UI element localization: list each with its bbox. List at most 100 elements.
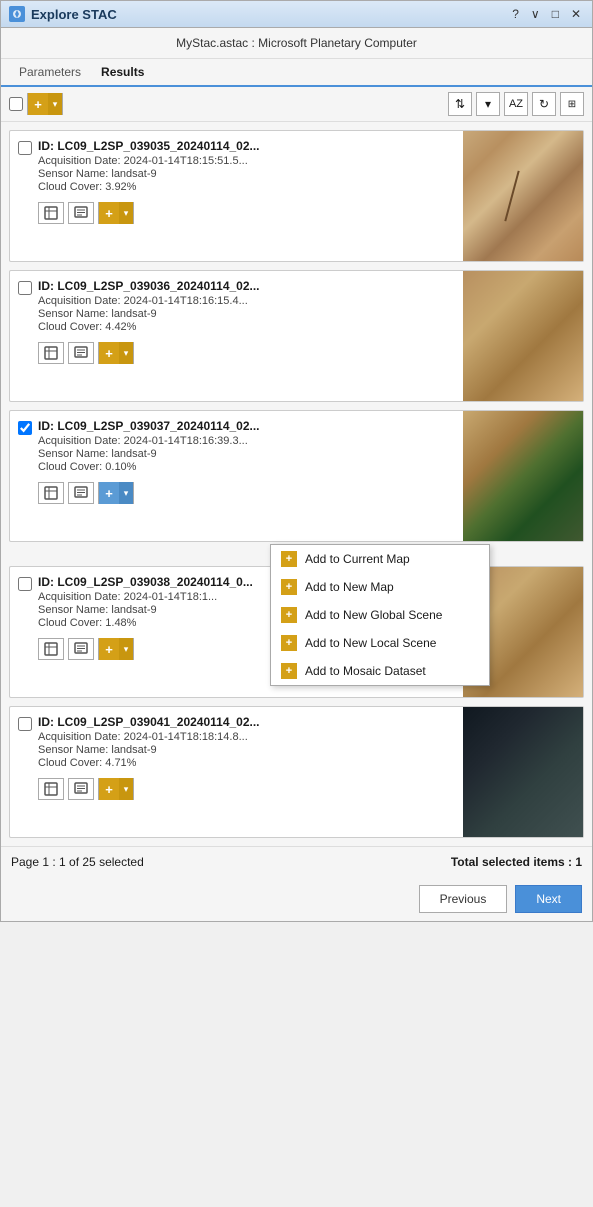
add-icon-3: + [99, 482, 119, 504]
result-actions-2: + ▾ [38, 342, 455, 364]
previous-button[interactable]: Previous [419, 885, 508, 913]
action-add-btn-1[interactable]: + ▾ [98, 202, 134, 224]
az-sort-btn[interactable]: AZ [504, 92, 528, 116]
result-left-5: ID: LC09_L2SP_039041_20240114_02... Acqu… [10, 707, 463, 837]
result-info-1: ID: LC09_L2SP_039035_20240114_02... Acqu… [38, 139, 455, 194]
refresh-btn[interactable]: ↻ [532, 92, 556, 116]
action-add-btn-2[interactable]: + ▾ [98, 342, 134, 364]
add-current-map-icon: + [281, 551, 297, 567]
toolbar-add-icon: + [28, 93, 48, 115]
action-info-btn-1[interactable] [68, 202, 94, 224]
pagination: Previous Next [1, 877, 592, 921]
title-bar: Explore STAC ? ∨ □ ✕ [1, 1, 592, 28]
toolbar-right: ⇅ ▾ AZ ↻ ⊞ [448, 92, 584, 116]
tab-results[interactable]: Results [91, 59, 154, 87]
result-info-5: ID: LC09_L2SP_039041_20240114_02... Acqu… [38, 715, 455, 770]
toolbar-add-arrow[interactable]: ▾ [48, 93, 62, 115]
sort-dropdown-btn[interactable]: ▾ [476, 92, 500, 116]
action-add-btn-5[interactable]: + ▾ [98, 778, 134, 800]
result-acq-2: Acquisition Date: 2024-01-14T18:16:15.4.… [38, 295, 455, 307]
dropdown-add-global-scene[interactable]: + Add to New Global Scene [271, 601, 489, 629]
result-sensor-5: Sensor Name: landsat-9 [38, 744, 455, 756]
add-dropdown-menu: + Add to Current Map + Add to New Map + … [270, 544, 490, 686]
add-icon-1: + [99, 202, 119, 224]
add-icon-5: + [99, 778, 119, 800]
total-selected: Total selected items : 1 [451, 855, 582, 869]
next-button[interactable]: Next [515, 885, 582, 913]
footer: Page 1 : 1 of 25 selected Total selected… [1, 846, 592, 877]
result-cloud-2: Cloud Cover: 4.42% [38, 321, 455, 333]
result-image-5 [463, 707, 583, 837]
result-checkbox-3[interactable] [18, 421, 32, 435]
result-acq-1: Acquisition Date: 2024-01-14T18:15:51.5.… [38, 155, 455, 167]
result-id-3: ID: LC09_L2SP_039037_20240114_02... [38, 419, 455, 433]
title-bar-left: Explore STAC [9, 6, 117, 22]
result-left-3: ID: LC09_L2SP_039037_20240114_02... Acqu… [10, 411, 463, 541]
add-local-scene-icon: + [281, 635, 297, 651]
add-icon-4: + [99, 638, 119, 660]
result-id-1: ID: LC09_L2SP_039035_20240114_02... [38, 139, 455, 153]
add-arrow-5[interactable]: ▾ [119, 778, 133, 800]
result-acq-5: Acquisition Date: 2024-01-14T18:18:14.8.… [38, 731, 455, 743]
action-info-btn-5[interactable] [68, 778, 94, 800]
result-checkbox-5[interactable] [18, 717, 32, 731]
add-arrow-3[interactable]: ▾ [119, 482, 133, 504]
action-add-btn-3[interactable]: + ▾ [98, 482, 134, 504]
title-bar-controls: ? ∨ □ ✕ [509, 7, 584, 21]
add-arrow-4[interactable]: ▾ [119, 638, 133, 660]
result-left-1: ID: LC09_L2SP_039035_20240114_02... Acqu… [10, 131, 463, 261]
action-view-btn-5[interactable] [38, 778, 64, 800]
add-icon-2: + [99, 342, 119, 364]
result-left-2: ID: LC09_L2SP_039036_20240114_02... Acqu… [10, 271, 463, 401]
add-mosaic-icon: + [281, 663, 297, 679]
sort-toggle-btn[interactable]: ⇅ [448, 92, 472, 116]
window-title: Explore STAC [31, 7, 117, 22]
result-actions-3: + ▾ [38, 482, 455, 504]
result-cloud-1: Cloud Cover: 3.92% [38, 181, 455, 193]
collapse-btn[interactable]: ∨ [528, 7, 543, 21]
select-all-checkbox[interactable] [9, 97, 23, 111]
main-window: Explore STAC ? ∨ □ ✕ MyStac.astac : Micr… [0, 0, 593, 922]
result-actions-1: + ▾ [38, 202, 455, 224]
list-item: ID: LC09_L2SP_039041_20240114_02... Acqu… [9, 706, 584, 838]
result-checkbox-2[interactable] [18, 281, 32, 295]
result-checkbox-4[interactable] [18, 577, 32, 591]
app-icon [9, 6, 25, 22]
add-arrow-1[interactable]: ▾ [119, 202, 133, 224]
add-arrow-2[interactable]: ▾ [119, 342, 133, 364]
result-cloud-3: Cloud Cover: 0.10% [38, 461, 455, 473]
dropdown-add-mosaic[interactable]: + Add to Mosaic Dataset [271, 657, 489, 685]
action-info-btn-2[interactable] [68, 342, 94, 364]
tab-parameters[interactable]: Parameters [9, 59, 91, 85]
dropdown-add-new-map[interactable]: + Add to New Map [271, 573, 489, 601]
action-view-btn-3[interactable] [38, 482, 64, 504]
result-sensor-2: Sensor Name: landsat-9 [38, 308, 455, 320]
result-info-2: ID: LC09_L2SP_039036_20240114_02... Acqu… [38, 279, 455, 334]
action-info-btn-3[interactable] [68, 482, 94, 504]
export-btn[interactable]: ⊞ [560, 92, 584, 116]
action-info-btn-4[interactable] [68, 638, 94, 660]
result-id-2: ID: LC09_L2SP_039036_20240114_02... [38, 279, 455, 293]
results-list: ID: LC09_L2SP_039035_20240114_02... Acqu… [1, 122, 592, 846]
dropdown-add-local-scene[interactable]: + Add to New Local Scene [271, 629, 489, 657]
result-info-3: ID: LC09_L2SP_039037_20240114_02... Acqu… [38, 419, 455, 474]
toolbar: + ▾ ⇅ ▾ AZ ↻ ⊞ [1, 87, 592, 122]
tabs-bar: Parameters Results [1, 59, 592, 87]
toolbar-add-button[interactable]: + ▾ [27, 93, 63, 115]
list-item: ID: LC09_L2SP_039035_20240114_02... Acqu… [9, 130, 584, 262]
maximize-btn[interactable]: □ [549, 7, 562, 21]
action-view-btn-1[interactable] [38, 202, 64, 224]
add-new-map-icon: + [281, 579, 297, 595]
result-sensor-1: Sensor Name: landsat-9 [38, 168, 455, 180]
action-add-btn-4[interactable]: + ▾ [98, 638, 134, 660]
action-view-btn-2[interactable] [38, 342, 64, 364]
result-checkbox-1[interactable] [18, 141, 32, 155]
help-btn[interactable]: ? [509, 7, 522, 21]
result-acq-3: Acquisition Date: 2024-01-14T18:16:39.3.… [38, 435, 455, 447]
action-view-btn-4[interactable] [38, 638, 64, 660]
close-btn[interactable]: ✕ [568, 7, 584, 21]
list-item: ID: LC09_L2SP_039036_20240114_02... Acqu… [9, 270, 584, 402]
dropdown-add-current-map[interactable]: + Add to Current Map [271, 545, 489, 573]
result-row-3: ID: LC09_L2SP_039037_20240114_02... Acqu… [18, 419, 455, 474]
result-sensor-3: Sensor Name: landsat-9 [38, 448, 455, 460]
